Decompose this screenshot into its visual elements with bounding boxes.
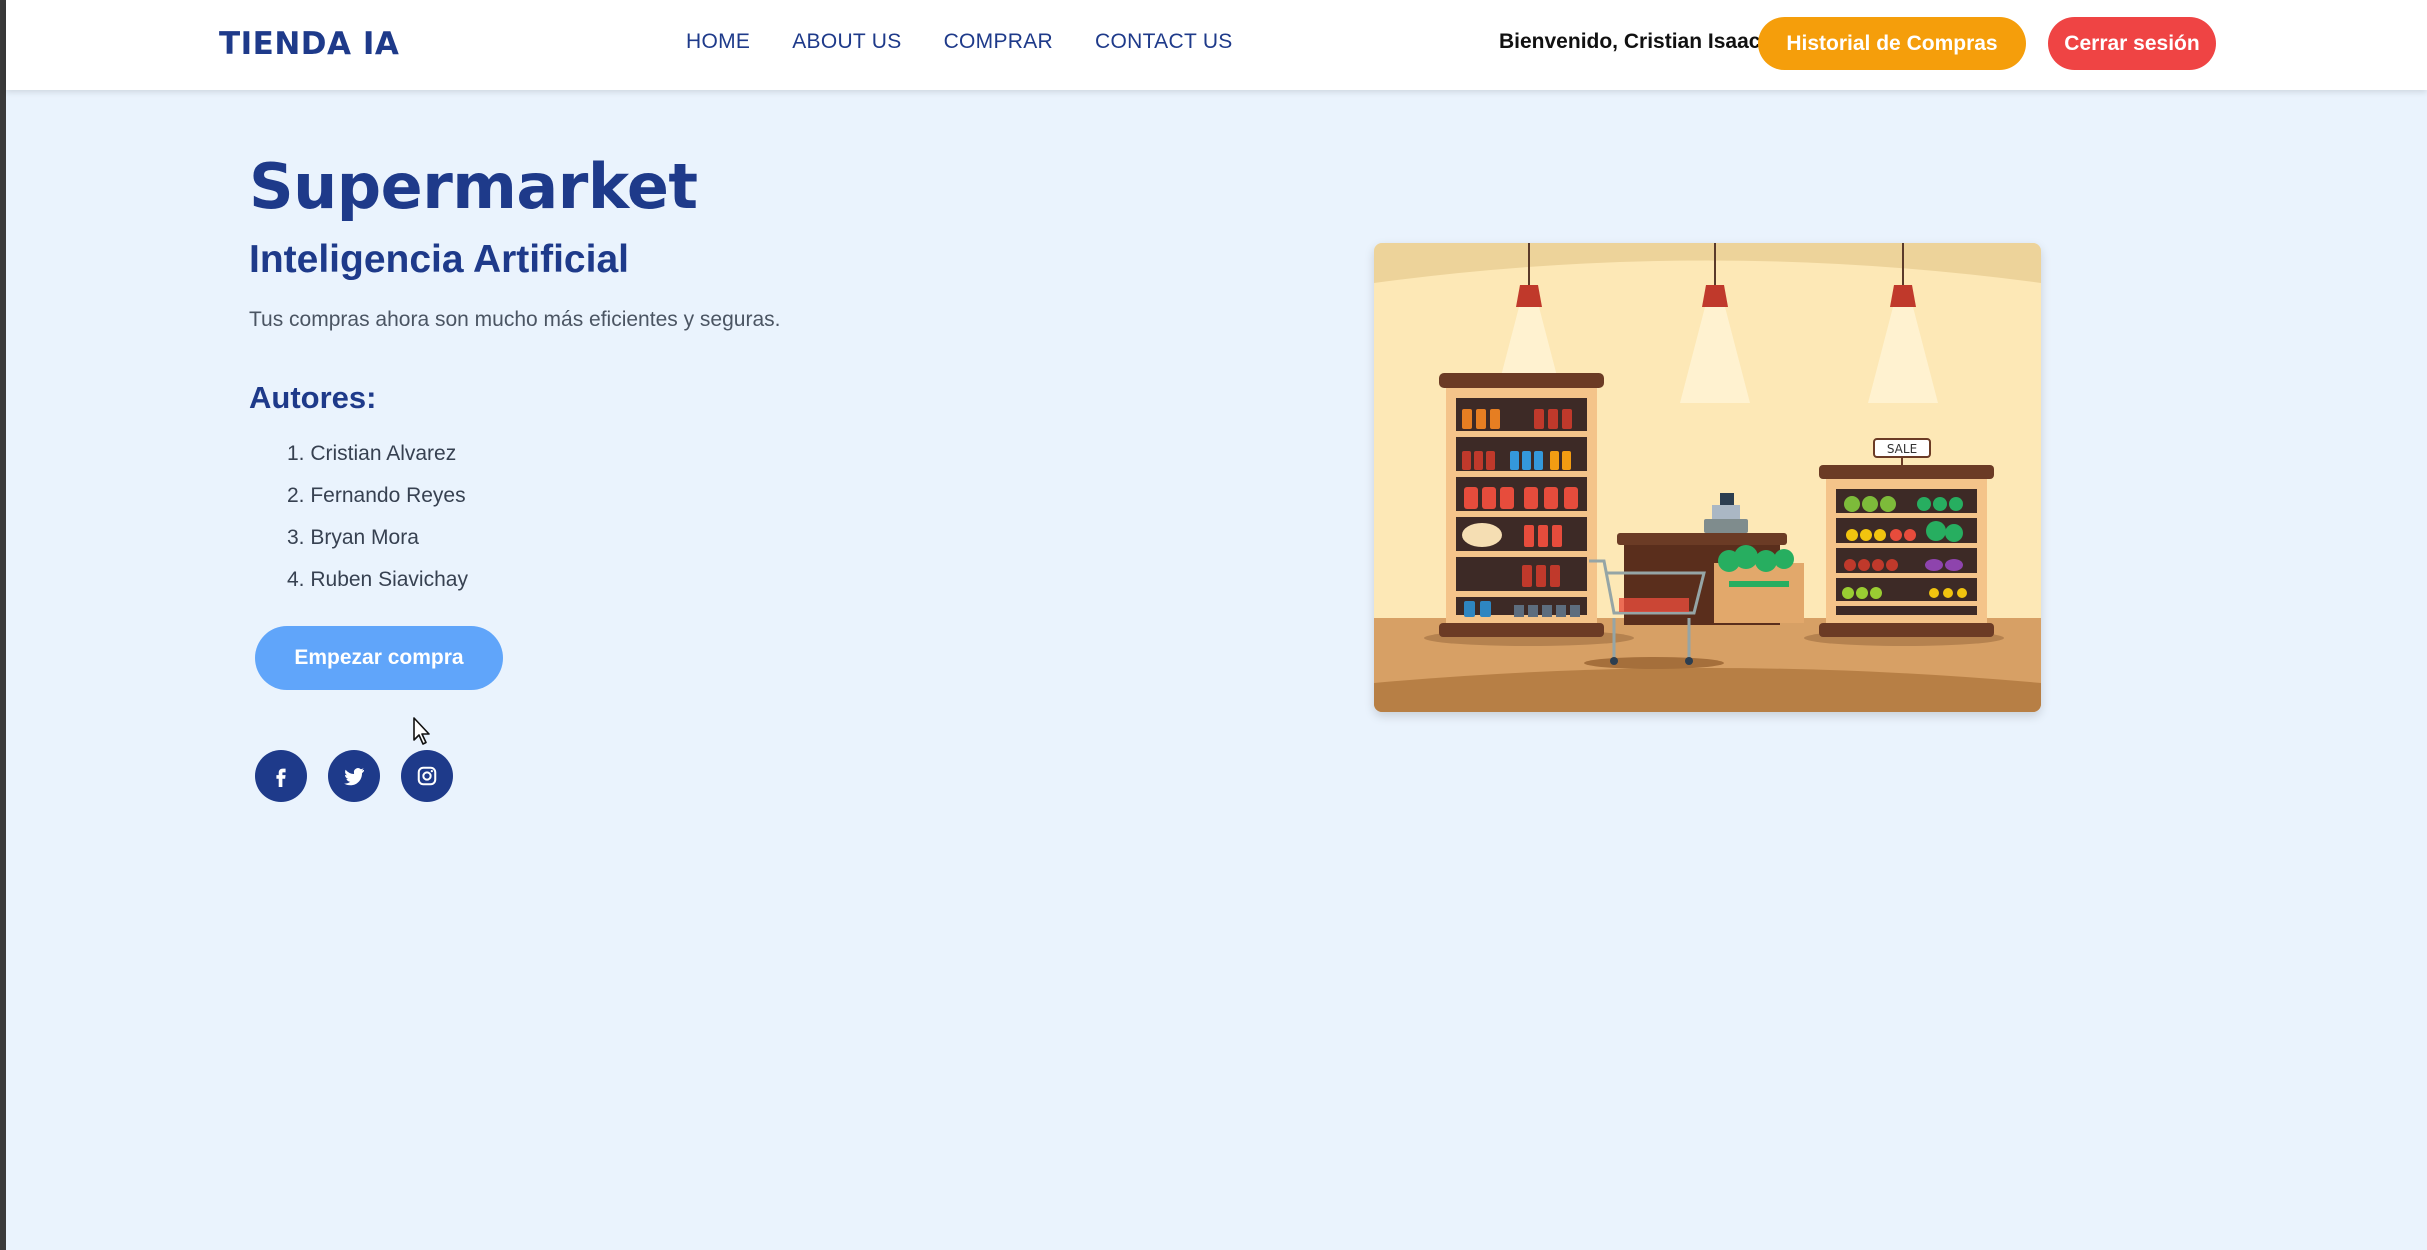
nav-contact-us[interactable]: CONTACT US <box>1095 30 1233 54</box>
page: TIENDA IA HOME ABOUT US COMPRAR CONTACT … <box>6 0 2427 1250</box>
welcome-text: Bienvenido, Cristian Isaac <box>1499 30 1761 53</box>
supermarket-scene: SALE <box>1374 243 2041 712</box>
page-title: Supermarket <box>249 150 698 223</box>
author-item: 3. Bryan Mora <box>287 526 419 549</box>
facebook-icon[interactable] <box>255 750 307 802</box>
nav-about-us[interactable]: ABOUT US <box>792 30 901 54</box>
authors-heading: Autores: <box>249 380 377 415</box>
tagline: Tus compras ahora son mucho más eficient… <box>249 308 781 331</box>
brand-logo[interactable]: TIENDA IA <box>219 26 399 62</box>
social-links <box>255 750 453 802</box>
svg-text:SALE: SALE <box>1887 442 1917 456</box>
purchase-history-button[interactable]: Historial de Compras <box>1758 17 2026 70</box>
author-item: 4. Ruben Siavichay <box>287 568 468 591</box>
author-item: 1. Cristian Alvarez <box>287 442 457 465</box>
nav-home[interactable]: HOME <box>686 30 750 54</box>
start-shopping-button[interactable]: Empezar compra <box>255 626 503 690</box>
supermarket-illustration: SALE <box>1374 243 2041 712</box>
author-item: 2. Fernando Reyes <box>287 484 466 507</box>
main-nav: HOME ABOUT US COMPRAR CONTACT US <box>686 30 1233 54</box>
mouse-cursor-icon <box>413 717 430 745</box>
authors-list: 1. Cristian Alvarez 2. Fernando Reyes 3.… <box>249 440 468 608</box>
navbar: TIENDA IA HOME ABOUT US COMPRAR CONTACT … <box>6 0 2427 90</box>
logout-button[interactable]: Cerrar sesión <box>2048 17 2216 70</box>
right-shelf: SALE <box>1819 438 1994 637</box>
twitter-icon[interactable] <box>328 750 380 802</box>
instagram-icon[interactable] <box>401 750 453 802</box>
page-subtitle: Inteligencia Artificial <box>249 238 629 281</box>
nav-comprar[interactable]: COMPRAR <box>944 30 1053 54</box>
left-shelf <box>1439 373 1604 637</box>
